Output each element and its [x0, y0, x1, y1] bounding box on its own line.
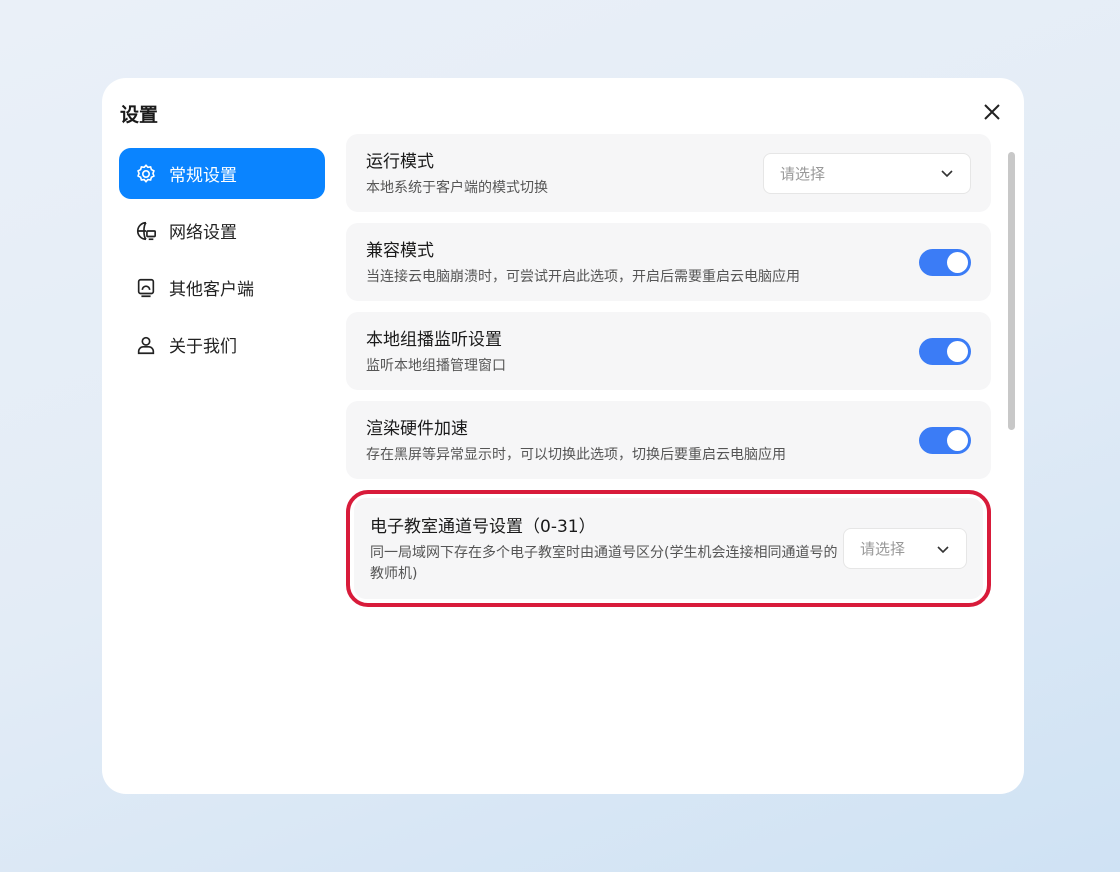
sidebar-item-about[interactable]: 关于我们	[119, 319, 325, 370]
sidebar-item-other-clients[interactable]: 其他客户端	[119, 262, 325, 313]
setting-run-mode: 运行模式本地系统于客户端的模式切换 请选择	[346, 134, 991, 212]
sidebar: 常规设置 网络设置 其他客户端 关于我们	[119, 148, 325, 376]
sidebar-item-network[interactable]: 网络设置	[119, 205, 325, 256]
dialog-title: 设置	[120, 104, 159, 126]
setting-title: 兼容模式	[366, 241, 434, 261]
sidebar-item-general[interactable]: 常规设置	[119, 148, 325, 199]
globe-monitor-icon	[137, 221, 156, 240]
gear-icon	[137, 163, 155, 183]
hw-accel-toggle[interactable]	[919, 426, 971, 454]
select-placeholder: 请选择	[860, 540, 906, 558]
multicast-toggle[interactable]	[919, 337, 971, 365]
setting-multicast: 本地组播监听设置监听本地组播管理窗口	[346, 312, 991, 390]
setting-desc: 本地系统于客户端的模式切换	[366, 180, 548, 196]
channel-select[interactable]: 请选择	[843, 528, 967, 569]
settings-list: 运行模式本地系统于客户端的模式切换 请选择 兼容模式当连接云电脑崩溃时，可尝试开…	[346, 134, 991, 607]
scrollbar[interactable]	[1008, 152, 1015, 430]
setting-desc: 当连接云电脑崩溃时，可尝试开启此选项，开启后需要重启云电脑应用	[366, 269, 800, 285]
setting-compat-mode: 兼容模式当连接云电脑崩溃时，可尝试开启此选项，开启后需要重启云电脑应用	[346, 223, 991, 301]
run-mode-select[interactable]: 请选择	[763, 152, 971, 194]
close-icon[interactable]	[980, 100, 1004, 124]
settings-dialog: 设置 常规设置 网络设置 其他客户端 关于我们 运行模式本地系统于客户端的模式切…	[102, 78, 1024, 794]
sidebar-item-label: 常规设置	[169, 166, 237, 186]
setting-title: 渲染硬件加速	[366, 419, 468, 439]
sidebar-item-label: 网络设置	[169, 223, 237, 243]
chevron-down-icon	[941, 170, 953, 178]
setting-classroom-channel: 电子教室通道号设置（0-31） 同一局域网下存在多个电子教室时由通道号区分(学生机…	[354, 498, 983, 599]
compat-mode-toggle[interactable]	[919, 248, 971, 276]
setting-desc: 同一局域网下存在多个电子教室时由通道号区分(学生机会连接相同通道号的教师机)	[370, 545, 838, 582]
sidebar-item-label: 其他客户端	[169, 280, 254, 300]
setting-title: 运行模式	[366, 152, 434, 172]
sidebar-item-label: 关于我们	[169, 337, 237, 357]
chevron-down-icon	[937, 545, 949, 553]
setting-title: 电子教室通道号设置（0-31）	[370, 517, 596, 537]
setting-desc: 存在黑屏等异常显示时，可以切换此选项，切换后要重启云电脑应用	[366, 447, 786, 463]
highlight-box: 电子教室通道号设置（0-31） 同一局域网下存在多个电子教室时由通道号区分(学生机…	[346, 490, 991, 607]
select-placeholder: 请选择	[780, 164, 826, 183]
user-icon	[137, 336, 155, 354]
setting-title: 本地组播监听设置	[366, 330, 502, 350]
setting-hw-accel: 渲染硬件加速存在黑屏等异常显示时，可以切换此选项，切换后要重启云电脑应用	[346, 401, 991, 479]
device-icon	[137, 278, 155, 297]
setting-desc: 监听本地组播管理窗口	[366, 358, 506, 374]
